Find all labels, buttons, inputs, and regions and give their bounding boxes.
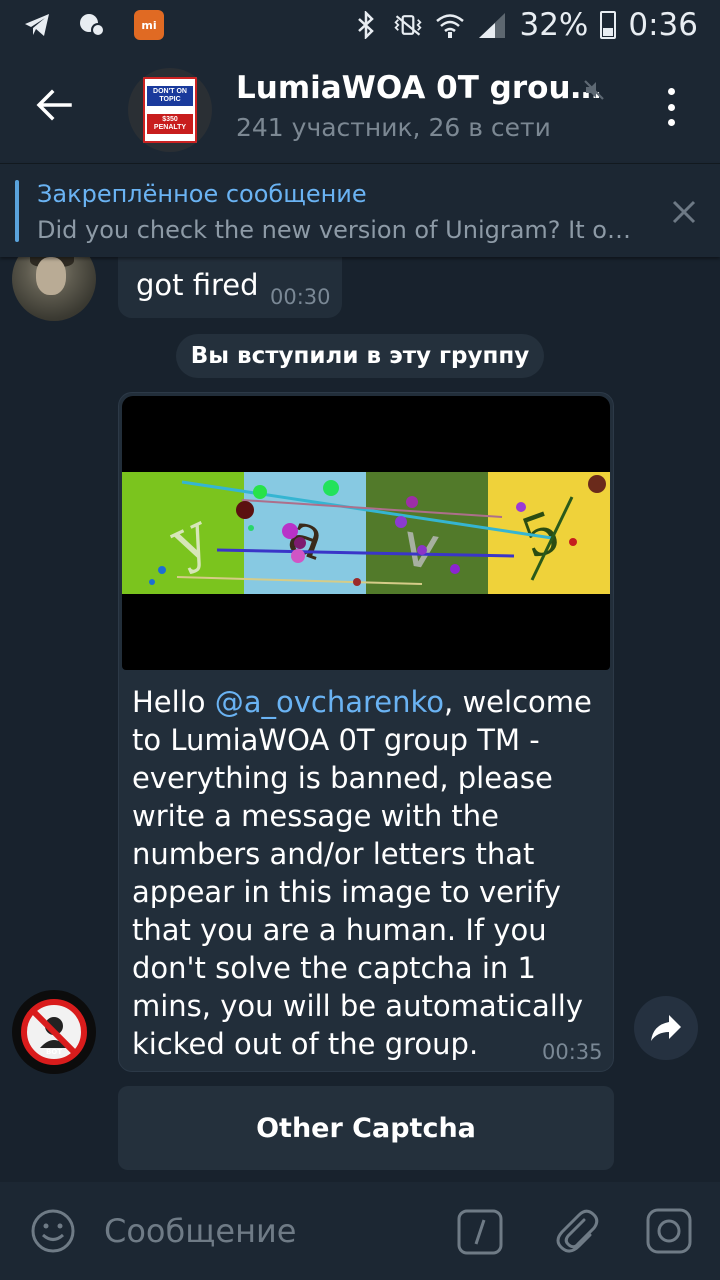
chat-members-count: 241 участник, 26 в сети: [236, 113, 551, 142]
pinned-text: Did you check the new version of Unigram…: [37, 216, 631, 244]
share-arrow-icon: [651, 1015, 681, 1041]
arrow-left-icon: [36, 89, 72, 121]
chat-title[interactable]: LumiaWOA 0T grou…: [236, 70, 602, 106]
notification-icon: [78, 10, 108, 40]
user-mention-link[interactable]: @a_ovcharenko: [215, 685, 444, 719]
emoji-icon[interactable]: [28, 1206, 78, 1256]
captcha-image[interactable]: y a v 5: [122, 396, 610, 670]
pinned-title: Закреплённое сообщение: [37, 180, 367, 208]
close-pinned-icon[interactable]: [664, 192, 704, 232]
message-text: got fired: [136, 268, 259, 302]
bot-avatar[interactable]: BOT: [12, 990, 96, 1074]
pinned-message[interactable]: Закреплённое сообщение Did you check the…: [0, 163, 720, 257]
signal-icon: [477, 10, 507, 40]
status-bar: mi 32% 0:36: [0, 0, 720, 50]
bluetooth-icon: [351, 10, 381, 40]
other-captcha-button[interactable]: Other Captcha: [118, 1086, 614, 1170]
message-input[interactable]: Сообщение: [104, 1212, 296, 1250]
clock: 0:36: [628, 7, 698, 43]
captcha-picture: y a v 5: [122, 472, 610, 594]
attach-icon[interactable]: [550, 1204, 602, 1256]
mute-icon: [584, 80, 604, 100]
forward-button[interactable]: [634, 996, 698, 1060]
no-bot-icon: BOT: [21, 999, 87, 1065]
mi-icon: mi: [134, 10, 164, 40]
captcha-message-text: Hello @a_ovcharenko, welcome to LumiaWOA…: [132, 685, 592, 1061]
message-time: 00:30: [270, 285, 331, 309]
battery-icon: [600, 11, 617, 39]
message-time: 00:35: [542, 1040, 603, 1064]
battery-percent: 32%: [519, 7, 589, 43]
chat-header: DON'T ON TOPIC $350 PENALTY LumiaWOA 0T …: [0, 50, 720, 163]
service-message: Вы вступили в эту группу: [176, 334, 544, 378]
svg-text:BOT: BOT: [46, 1048, 62, 1056]
back-button[interactable]: [30, 80, 80, 130]
dont-on-topic-sign: DON'T ON TOPIC $350 PENALTY: [143, 77, 197, 143]
message-input-bar: Сообщение: [0, 1182, 720, 1280]
telegram-icon: [22, 10, 52, 40]
chat-avatar[interactable]: DON'T ON TOPIC $350 PENALTY: [128, 68, 212, 152]
vibrate-icon: [393, 10, 423, 40]
wifi-icon: [435, 10, 465, 40]
camera-icon[interactable]: [644, 1206, 694, 1256]
pinned-indicator: [15, 180, 19, 242]
more-options-button[interactable]: [656, 82, 686, 132]
bot-commands-icon[interactable]: [456, 1208, 504, 1256]
